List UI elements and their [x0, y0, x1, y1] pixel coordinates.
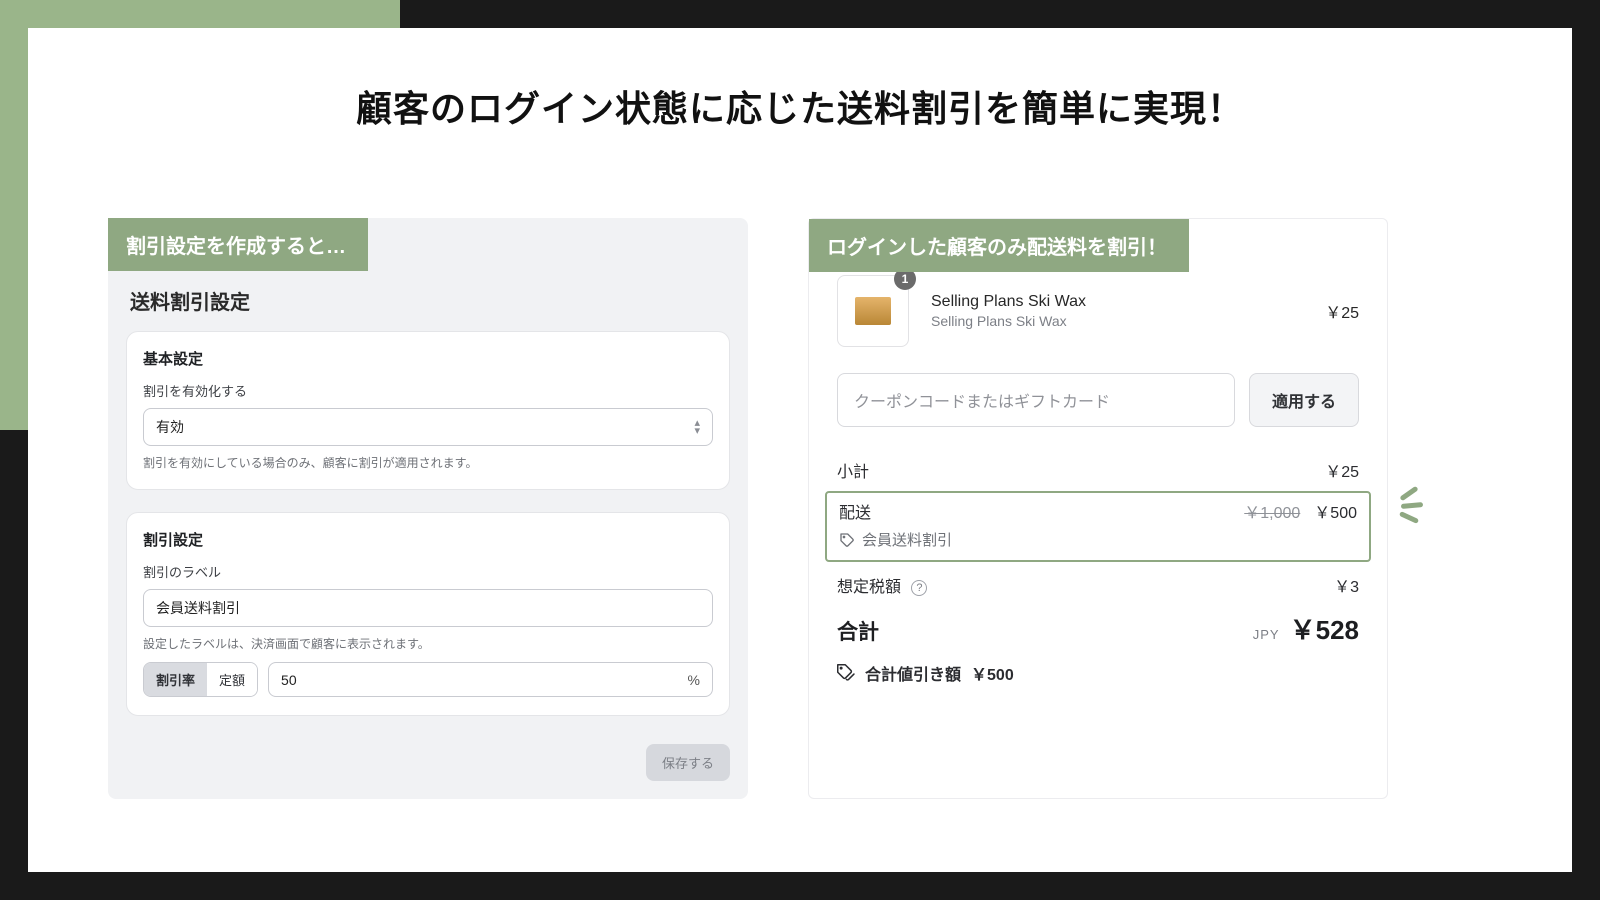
tax-row: 想定税額 ? ￥3 [837, 568, 1359, 602]
tax-value: ￥3 [1334, 573, 1359, 597]
discount-label-input[interactable]: 会員送料割引 [143, 589, 713, 627]
slide: 顧客のログイン状態に応じた送料割引を簡単に実現！ 割引設定を作成すると… 送料割… [28, 28, 1572, 872]
tags-icon [837, 664, 855, 682]
discount-amount-unit: % [688, 672, 700, 688]
savings-value: ￥500 [971, 661, 1014, 685]
basic-settings-card: 基本設定 割引を有効化する 有効 ▴▾ 割引を有効にしている場合のみ、顧客に割引… [126, 331, 730, 490]
tax-label: 想定税額 [837, 579, 901, 596]
cart-line-item: 1 Selling Plans Ski Wax Selling Plans Sk… [837, 275, 1359, 347]
shipping-discount-box: 配送 ￥1,000 ￥500 会員送料割引 [825, 491, 1371, 562]
tag-icon [839, 532, 855, 548]
currency-label: JPY [1253, 627, 1280, 642]
admin-panel-tag: 割引設定を作成すると… [108, 218, 368, 271]
save-button[interactable]: 保存する [646, 744, 730, 781]
panels-container: 割引設定を作成すると… 送料割引設定 基本設定 割引を有効化する 有効 ▴▾ 割… [108, 218, 1492, 799]
subtotal-label: 小計 [837, 458, 869, 482]
shipping-discounted-price: ￥500 [1314, 499, 1357, 523]
enable-select-value: 有効 [156, 417, 184, 437]
shipping-discount-label: 会員送料割引 [862, 529, 952, 550]
cart-item-thumbnail: 1 [837, 275, 909, 347]
total-label: 合計 [837, 616, 879, 646]
enable-help-text: 割引を有効にしている場合のみ、顧客に割引が適用されます。 [143, 454, 713, 471]
total-row: 合計 JPY ￥528 [837, 610, 1359, 647]
basic-settings-title: 基本設定 [143, 348, 713, 369]
discount-type-segment: 割引率 定額 [143, 662, 258, 697]
total-savings-row: 合計値引き額 ￥500 [837, 661, 1359, 685]
cart-item-name: Selling Plans Ski Wax [931, 293, 1303, 311]
cart-item-price: ￥25 [1325, 299, 1359, 323]
subtotal-value: ￥25 [1325, 458, 1359, 482]
segment-rate[interactable]: 割引率 [144, 663, 207, 696]
discount-settings-card: 割引設定 割引のラベル 会員送料割引 設定したラベルは、決済画面で顧客に表示され… [126, 512, 730, 716]
total-value: ￥528 [1290, 610, 1359, 647]
help-icon[interactable]: ? [911, 580, 927, 596]
product-image-icon [855, 297, 891, 325]
admin-panel: 割引設定を作成すると… 送料割引設定 基本設定 割引を有効化する 有効 ▴▾ 割… [108, 218, 748, 799]
shipping-original-price: ￥1,000 [1244, 499, 1300, 523]
shipping-label: 配送 [839, 499, 871, 523]
enable-select[interactable]: 有効 ▴▾ [143, 408, 713, 446]
discount-amount-value: 50 [281, 672, 688, 688]
admin-panel-title: 送料割引設定 [130, 286, 730, 315]
apply-coupon-button[interactable]: 適用する [1249, 373, 1359, 427]
checkout-panel-tag: ログインした顧客のみ配送料を割引！ [809, 219, 1189, 272]
headline: 顧客のログイン状態に応じた送料割引を簡単に実現！ [28, 28, 1572, 132]
discount-label-value: 会員送料割引 [156, 598, 240, 618]
discount-settings-title: 割引設定 [143, 529, 713, 550]
coupon-input[interactable]: クーポンコードまたはギフトカード [837, 373, 1235, 427]
cart-item-variant: Selling Plans Ski Wax [931, 313, 1303, 329]
checkout-panel: ログインした顧客のみ配送料を割引！ 1 Selling Plans Ski Wa… [808, 218, 1388, 799]
enable-label: 割引を有効化する [143, 381, 713, 400]
discount-amount-input[interactable]: 50 % [268, 662, 713, 697]
discount-label-help: 設定したラベルは、決済画面で顧客に表示されます。 [143, 635, 713, 652]
select-caret-icon: ▴▾ [694, 419, 700, 435]
subtotal-row: 小計 ￥25 [837, 453, 1359, 487]
discount-label-label: 割引のラベル [143, 562, 713, 581]
segment-fixed[interactable]: 定額 [207, 663, 257, 696]
savings-label: 合計値引き額 [865, 661, 961, 685]
emphasis-lines-icon [1389, 487, 1429, 527]
